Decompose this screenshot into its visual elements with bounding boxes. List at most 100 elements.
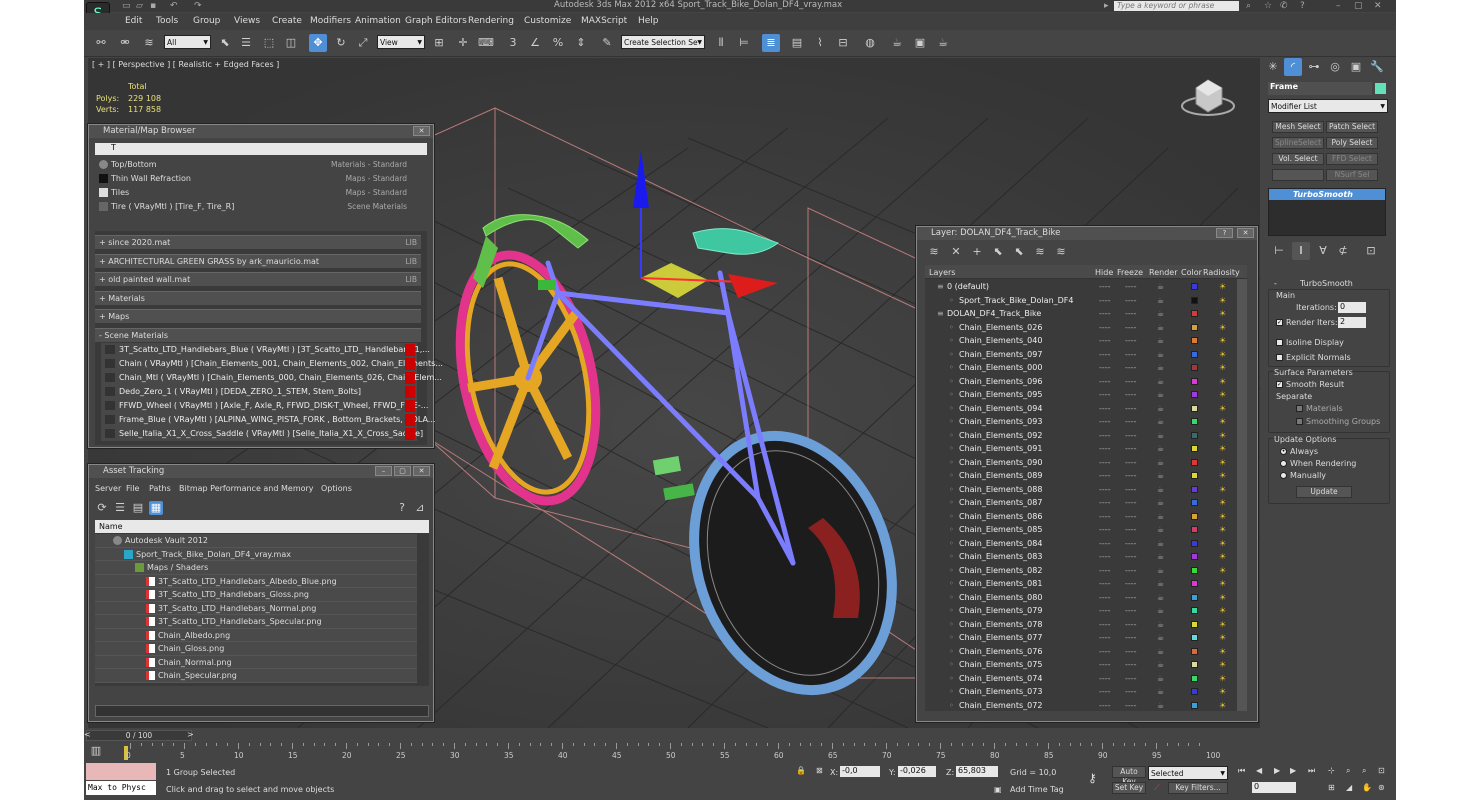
freeze-toggle-icon[interactable]: ---- (1125, 456, 1137, 470)
turbosmooth-rollout-title[interactable]: TurboSmooth (1300, 279, 1353, 288)
asset-row[interactable]: 3T_Scatto_LTD_Handlebars_Specular.png (95, 615, 417, 629)
set-key-button[interactable]: Set Key (1112, 782, 1146, 794)
asset-menu-server[interactable]: Server (95, 484, 121, 493)
layer-row[interactable]: ---- ---- ◦ Chain_Elements_074 ☕ ☀ (925, 672, 1235, 686)
layer-color-swatch[interactable] (1191, 445, 1198, 452)
maxscript-mini-listener[interactable]: Max to Physc (86, 781, 156, 795)
hide-toggle-icon[interactable]: ---- (1099, 550, 1111, 564)
maxscript-listener-pink[interactable] (86, 763, 156, 780)
mirror-icon[interactable]: ⫴ (712, 34, 730, 52)
layer-list[interactable]: Layers Hide Freeze Render Color Radiosit… (925, 265, 1247, 711)
radiosity-icon[interactable]: ☀ (1219, 404, 1229, 413)
layer-row[interactable]: ---- ---- ◦ Sport_Track_Bike_Dolan_DF4 ☕ ☀ (925, 294, 1235, 308)
radiosity-icon[interactable]: ☀ (1219, 458, 1229, 467)
x-coordinate[interactable]: -0,0 (840, 766, 880, 777)
layer-row[interactable]: ---- ---- ◦ Chain_Elements_095 ☕ ☀ (925, 388, 1235, 402)
hide-toggle-icon[interactable]: ---- (1099, 361, 1111, 375)
pivot-center-icon[interactable]: ⊞ (430, 34, 448, 52)
select-rotate-icon[interactable]: ↻ (332, 34, 350, 52)
asset-row[interactable]: Chain_Normal.png (95, 655, 417, 669)
fov-icon[interactable]: ◢ (1346, 783, 1352, 792)
spinner-snap-icon[interactable]: ⇕ (572, 34, 590, 52)
layer-row[interactable]: ---- ---- ◦ Chain_Elements_089 ☕ ☀ (925, 469, 1235, 483)
layer-color-swatch[interactable] (1191, 404, 1198, 412)
zoom-extents-icon[interactable]: ⊡ (1378, 766, 1385, 775)
layer-row[interactable]: ---- ---- ◦ Chain_Elements_075 ☕ ☀ (925, 658, 1235, 672)
freeze-toggle-icon[interactable]: ---- (1125, 685, 1137, 699)
freeze-toggle-icon[interactable]: ---- (1125, 618, 1137, 632)
render-setup-icon[interactable]: ☕ (888, 34, 906, 52)
render-toggle-icon[interactable]: ☕ (1157, 523, 1164, 537)
key-filter-icon[interactable]: ⟋ (1154, 783, 1160, 793)
asset-row[interactable]: Chain_Specular.png (95, 669, 417, 683)
hide-toggle-icon[interactable]: ---- (1099, 672, 1111, 686)
radiosity-icon[interactable]: ☀ (1219, 431, 1229, 440)
track-bar[interactable]: 0 5 10 15 20 25 30 35 40 45 50 55 60 65 70 75 80 85 90 95 10… (124, 743, 1224, 763)
menu-customize[interactable]: Customize (524, 16, 571, 26)
smoothing-groups-checkbox[interactable] (1296, 418, 1303, 425)
hide-toggle-icon[interactable]: ---- (1099, 564, 1111, 578)
hide-toggle-icon[interactable]: ---- (1099, 429, 1111, 443)
scene-material-row[interactable]: Selle_Italia_X1_X_Cross_Saddle ( VRayMtl… (101, 427, 423, 441)
iterations-spinner[interactable]: 0 (1338, 302, 1366, 313)
select-scale-icon[interactable]: ⤢ (354, 34, 372, 52)
menu-graph-editors[interactable]: Graph Editors (405, 16, 467, 26)
help-icon[interactable]: ? (1300, 1, 1305, 11)
render-toggle-icon[interactable]: ☕ (1157, 564, 1164, 578)
layer-row[interactable]: ---- ---- ◦ Chain_Elements_088 ☕ ☀ (925, 483, 1235, 497)
material-search-input[interactable]: T (95, 143, 427, 155)
nsurf-sel-button[interactable]: NSurf Sel (1326, 169, 1378, 181)
hide-toggle-icon[interactable]: ---- (1099, 442, 1111, 456)
layer-color-swatch[interactable] (1191, 337, 1198, 344)
radiosity-icon[interactable]: ☀ (1219, 552, 1229, 561)
menu-modifiers[interactable]: Modifiers (310, 16, 351, 26)
help-icon[interactable]: ? (395, 501, 409, 515)
result-row[interactable]: Thin Wall Refraction Maps - Standard (95, 172, 411, 186)
menu-edit[interactable]: Edit (125, 16, 142, 26)
key-mode-dropdown[interactable]: Selected (1148, 766, 1228, 781)
layer-color-swatch[interactable] (1191, 593, 1198, 601)
asset-row[interactable]: Maps / Shaders (95, 561, 417, 575)
freeze-toggle-icon[interactable]: ---- (1125, 415, 1137, 429)
time-tag-icon[interactable]: ▣ (994, 785, 1002, 794)
scene-material-row[interactable]: Frame_Blue ( VRayMtl ) [ALPINA_WING_PIST… (101, 413, 435, 427)
time-slider[interactable]: 0 / 100 (86, 730, 192, 741)
menu-tools[interactable]: Tools (156, 16, 178, 26)
render-toggle-icon[interactable]: ☕ (1157, 415, 1164, 429)
layer-row[interactable]: ---- ---- ◦ Chain_Elements_084 ☕ ☀ (925, 537, 1235, 551)
radiosity-icon[interactable]: ☀ (1219, 606, 1229, 615)
render-iters-checkbox[interactable]: ✓ (1276, 319, 1283, 326)
object-color-swatch[interactable] (1375, 83, 1386, 94)
material-editor-icon[interactable]: ◍ (861, 34, 879, 52)
curve-editor-icon[interactable]: ⌇ (811, 34, 829, 52)
update-button[interactable]: Update (1296, 486, 1352, 498)
detail-view-icon[interactable]: ▤ (131, 501, 145, 515)
lock-selection-icon[interactable]: 🔒 (796, 766, 806, 775)
asset-row[interactable]: 3T_Scatto_LTD_Handlebars_Normal.png (95, 601, 417, 615)
layer-row[interactable]: ---- ---- ◦ Chain_Elements_072 ☕ ☀ (925, 699, 1235, 712)
go-to-start-icon[interactable]: ⏮ (1238, 766, 1245, 776)
configure-sets-icon[interactable]: ⊡ (1362, 242, 1380, 260)
result-row[interactable]: Tire ( VRayMtl ) [Tire_F, Tire_R] Scene M… (95, 200, 411, 214)
community-icon[interactable]: ✆ (1280, 1, 1288, 11)
bind-space-warp-icon[interactable]: ≋ (140, 34, 158, 52)
freeze-toggle-icon[interactable]: ---- (1125, 699, 1137, 712)
render-toggle-icon[interactable]: ☕ (1157, 402, 1164, 416)
radiosity-icon[interactable]: ☀ (1219, 485, 1229, 494)
asset-row[interactable]: Sport_Track_Bike_Dolan_DF4_vray.max (95, 547, 417, 561)
layer-color-swatch[interactable] (1191, 310, 1198, 317)
render-toggle-icon[interactable]: ☕ (1157, 645, 1164, 659)
freeze-toggle-icon[interactable]: ---- (1125, 469, 1137, 483)
asset-menu-paths[interactable]: Paths (149, 484, 171, 493)
freeze-toggle-icon[interactable]: ---- (1125, 334, 1137, 348)
key-filters-button[interactable]: Key Filters... (1168, 782, 1228, 794)
freeze-toggle-icon[interactable]: ---- (1125, 550, 1137, 564)
render-toggle-icon[interactable]: ☕ (1157, 361, 1164, 375)
radiosity-icon[interactable]: ☀ (1219, 471, 1229, 480)
time-slider-next-icon[interactable]: > (187, 730, 194, 739)
object-name-field[interactable]: Frame (1268, 82, 1372, 95)
radiosity-icon[interactable]: ☀ (1219, 512, 1229, 521)
y-coordinate[interactable]: -0,026 (898, 766, 936, 777)
menu-views[interactable]: Views (234, 16, 260, 26)
smooth-result-checkbox[interactable]: ✓ (1276, 381, 1283, 388)
